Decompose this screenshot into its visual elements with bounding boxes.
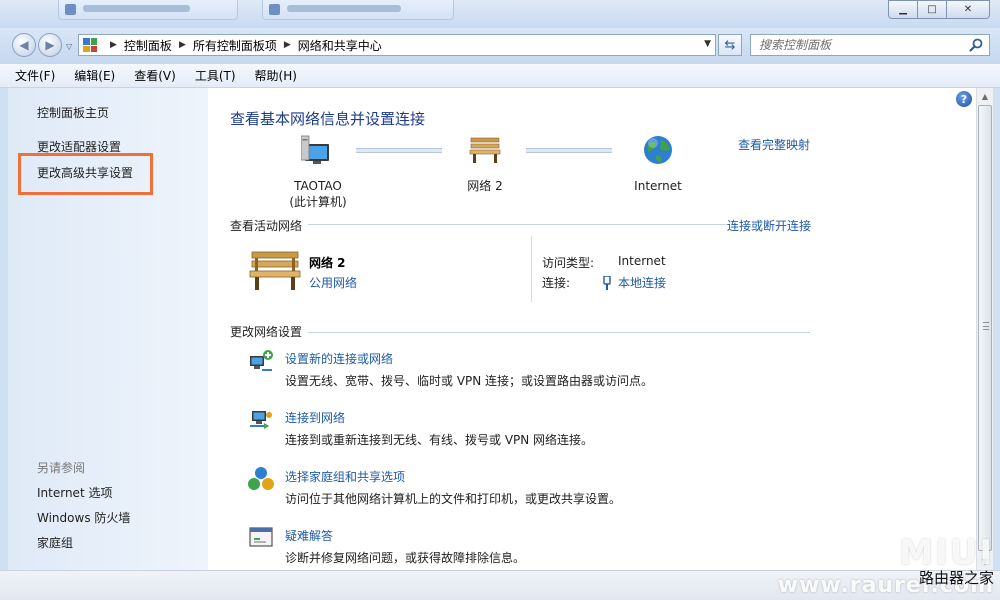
back-button[interactable]: ◀: [12, 33, 36, 57]
section-divider: [308, 332, 810, 333]
minimize-button[interactable]: ▁: [888, 0, 918, 19]
menu-view[interactable]: 查看(V): [131, 65, 179, 86]
refresh-button[interactable]: ⇆: [718, 34, 742, 56]
recent-pages-dropdown-icon[interactable]: ▽: [66, 42, 72, 51]
breadcrumb-all-items[interactable]: 所有控制面板项: [193, 37, 277, 54]
help-button[interactable]: ?: [956, 91, 972, 107]
menu-tools[interactable]: 工具(T): [192, 65, 239, 86]
help-icon: ?: [960, 92, 968, 106]
bench-icon: [469, 137, 501, 163]
task-description: 诊断并修复网络问题，或获得故障排除信息。: [285, 551, 526, 565]
address-toolbar: ◀ ▶ ▽ ▶ 控制面板 ▶ 所有控制面板项 ▶ 网络和共享中心 ▼ ⇆: [0, 28, 1000, 64]
task-description: 连接到或重新连接到无线、有线、拨号或 VPN 网络连接。: [285, 433, 594, 447]
content-area: 控制面板主页 更改适配器设置 更改高级共享设置 另请参阅 Internet 选项…: [8, 88, 976, 570]
window-icon: [65, 4, 76, 15]
connection-label: 连接:: [542, 276, 571, 290]
chevron-right-icon[interactable]: ▶: [110, 40, 117, 50]
sidebar-item-homegroup[interactable]: 家庭组: [37, 534, 73, 551]
see-also-heading: 另请参阅: [37, 461, 86, 475]
window-frame: [993, 88, 1000, 570]
local-connection-label: 本地连接: [618, 276, 667, 290]
menu-help[interactable]: 帮助(H): [252, 65, 300, 86]
access-type-value: Internet: [618, 254, 666, 268]
local-connection-link[interactable]: 本地连接: [602, 274, 666, 291]
active-network-name: 网络 2: [309, 256, 346, 270]
window-controls: ▁ □ ✕: [888, 0, 990, 19]
vertical-scrollbar[interactable]: ▲ ▼: [976, 88, 993, 570]
chevron-right-icon[interactable]: ▶: [284, 40, 291, 50]
vertical-divider: [531, 236, 532, 302]
section-divider: [308, 224, 728, 225]
network-type-link[interactable]: 公用网络: [309, 274, 357, 291]
sidebar-item-internet-options[interactable]: Internet 选项: [37, 484, 112, 501]
task-title[interactable]: 连接到网络: [285, 409, 345, 426]
map-node-internet[interactable]: Internet: [618, 134, 698, 193]
network-node-label: 网络 2: [467, 179, 503, 193]
forward-button[interactable]: ▶: [38, 33, 62, 57]
highlight-annotation: [18, 153, 153, 195]
task-description: 访问位于其他网络计算机上的文件和打印机，或更改共享设置。: [285, 492, 622, 506]
change-settings-heading: 更改网络设置: [230, 325, 303, 339]
bench-icon: [249, 251, 301, 290]
globe-icon: [644, 136, 672, 164]
sidebar-item-firewall[interactable]: Windows 防火墙: [37, 509, 130, 526]
background-window-tab[interactable]: [58, 0, 238, 20]
back-arrow-icon: ◀: [19, 38, 29, 52]
close-button[interactable]: ✕: [946, 0, 990, 19]
internet-node-label: Internet: [634, 179, 682, 193]
window-icon: [269, 4, 280, 15]
control-panel-icon: [83, 38, 97, 52]
search-input[interactable]: [751, 35, 951, 55]
page-title: 查看基本网络信息并设置连接: [230, 110, 426, 128]
blurred-title: [287, 5, 401, 12]
connect-network-icon: [250, 411, 272, 429]
blurred-title: [83, 5, 190, 12]
computer-subtitle: (此计算机): [289, 195, 347, 209]
title-bar: ▁ □ ✕: [0, 0, 1000, 28]
chevron-down-icon[interactable]: ▼: [704, 39, 711, 49]
maximize-button[interactable]: □: [917, 0, 947, 19]
homegroup-icon: [248, 467, 274, 490]
refresh-icon: ⇆: [724, 37, 736, 53]
map-node-computer[interactable]: TAOTAO (此计算机): [278, 134, 358, 210]
task-pane: 控制面板主页 更改适配器设置 更改高级共享设置 另请参阅 Internet 选项…: [8, 88, 208, 570]
map-node-network[interactable]: 网络 2: [450, 134, 520, 194]
active-networks-heading: 查看活动网络: [230, 219, 303, 233]
main-pane: 查看基本网络信息并设置连接 查看完整映射 TAOTAO (此计算机) 网络 2 …: [208, 88, 976, 570]
map-connector: [526, 148, 612, 153]
computer-name: TAOTAO: [294, 179, 342, 193]
scroll-up-icon[interactable]: ▲: [977, 88, 993, 105]
task-description: 设置无线、宽带、拨号、临时或 VPN 连接；或设置路由器或访问点。: [285, 374, 654, 388]
task-title[interactable]: 选择家庭组和共享选项: [285, 468, 405, 485]
breadcrumb-network-center[interactable]: 网络和共享中心: [298, 37, 382, 54]
scroll-thumb[interactable]: [978, 105, 992, 551]
background-window-tab[interactable]: [262, 0, 454, 20]
search-icon[interactable]: [968, 37, 984, 53]
map-connector: [356, 148, 442, 153]
troubleshoot-icon: [249, 527, 273, 547]
menu-file[interactable]: 文件(F): [12, 65, 58, 86]
chevron-right-icon[interactable]: ▶: [179, 40, 186, 50]
address-box[interactable]: ▶ 控制面板 ▶ 所有控制面板项 ▶ 网络和共享中心 ▼: [78, 34, 716, 56]
computer-icon: [300, 135, 329, 164]
grip-icon: [983, 322, 989, 330]
ethernet-icon: [603, 275, 611, 290]
watermark-site-name: 路由器之家: [918, 569, 994, 587]
new-connection-icon: [250, 350, 273, 371]
watermark: MIUI www.raurer.com: [778, 533, 994, 598]
view-full-map-link[interactable]: 查看完整映射: [738, 136, 810, 153]
forward-arrow-icon: ▶: [45, 38, 55, 52]
menu-bar: 文件(F) 编辑(E) 查看(V) 工具(T) 帮助(H): [0, 64, 1000, 88]
access-type-label: 访问类型:: [542, 256, 595, 270]
breadcrumb-control-panel[interactable]: 控制面板: [124, 37, 172, 54]
sidebar-item-home[interactable]: 控制面板主页: [37, 104, 109, 121]
task-title[interactable]: 设置新的连接或网络: [285, 350, 393, 367]
menu-edit[interactable]: 编辑(E): [71, 65, 118, 86]
connect-disconnect-link[interactable]: 连接或断开连接: [727, 217, 811, 234]
task-title[interactable]: 疑难解答: [285, 527, 333, 544]
search-box: [750, 34, 990, 56]
